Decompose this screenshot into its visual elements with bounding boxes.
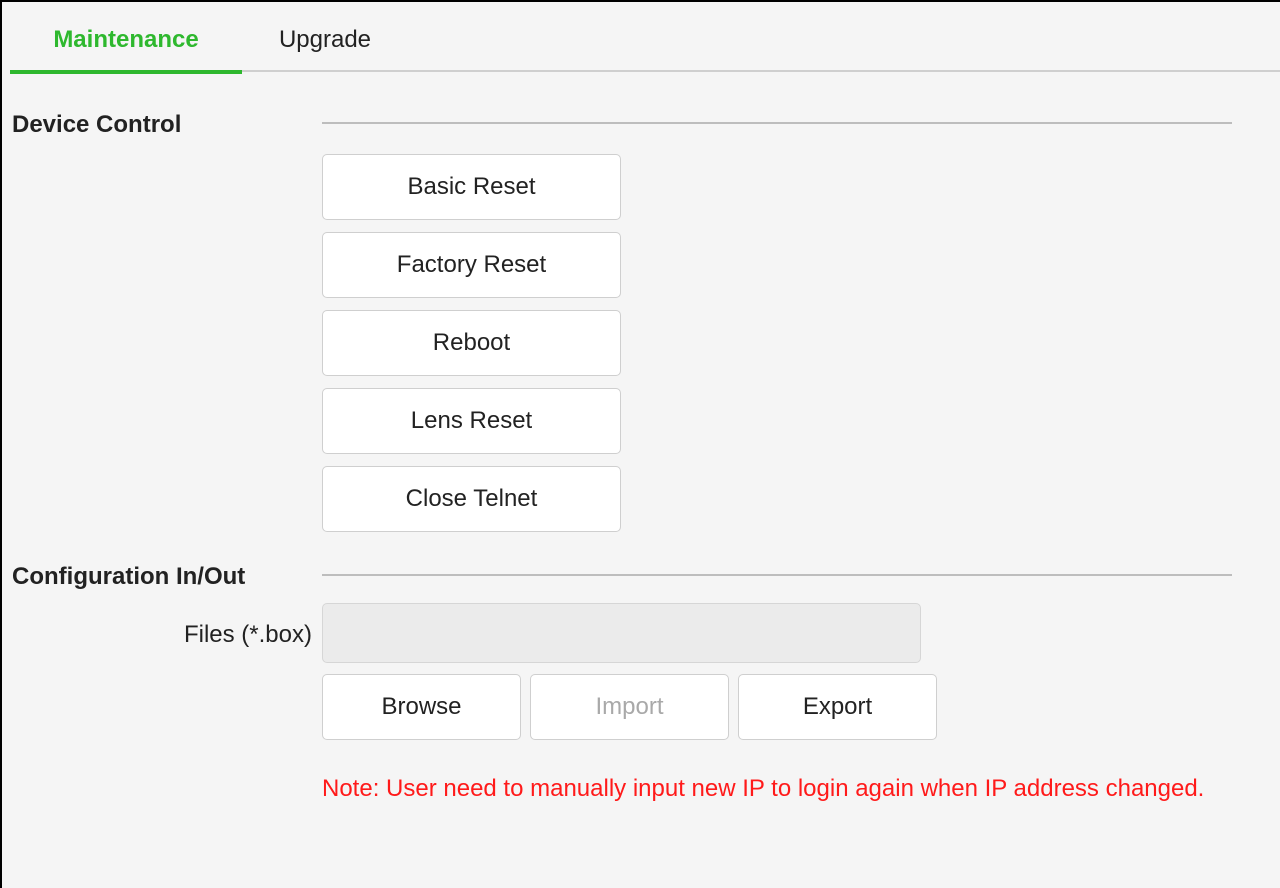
import-button: Import — [530, 674, 729, 740]
reboot-button[interactable]: Reboot — [322, 310, 621, 376]
ip-change-note: Note: User need to manually input new IP… — [322, 775, 1205, 802]
tab-bar: Maintenance Upgrade — [10, 2, 1280, 74]
export-button[interactable]: Export — [738, 674, 937, 740]
device-control-heading: Device Control — [12, 111, 182, 138]
tab-maintenance-label: Maintenance — [53, 26, 199, 53]
files-input[interactable] — [322, 603, 921, 663]
tab-upgrade-label: Upgrade — [278, 26, 372, 53]
configuration-divider — [322, 574, 1232, 576]
browse-button[interactable]: Browse — [322, 674, 521, 740]
configuration-heading: Configuration In/Out — [12, 563, 246, 590]
tab-upgrade[interactable]: Upgrade — [260, 2, 390, 72]
factory-reset-button[interactable]: Factory Reset — [322, 232, 621, 298]
tab-maintenance[interactable]: Maintenance — [10, 2, 242, 74]
files-label: Files (*.box) — [183, 621, 312, 648]
close-telnet-button[interactable]: Close Telnet — [322, 466, 621, 532]
active-tab-indicator — [10, 70, 242, 74]
basic-reset-button[interactable]: Basic Reset — [322, 154, 621, 220]
page-frame: Maintenance Upgrade Device Control Basic… — [0, 0, 1280, 888]
device-control-divider — [322, 122, 1232, 124]
lens-reset-button[interactable]: Lens Reset — [322, 388, 621, 454]
